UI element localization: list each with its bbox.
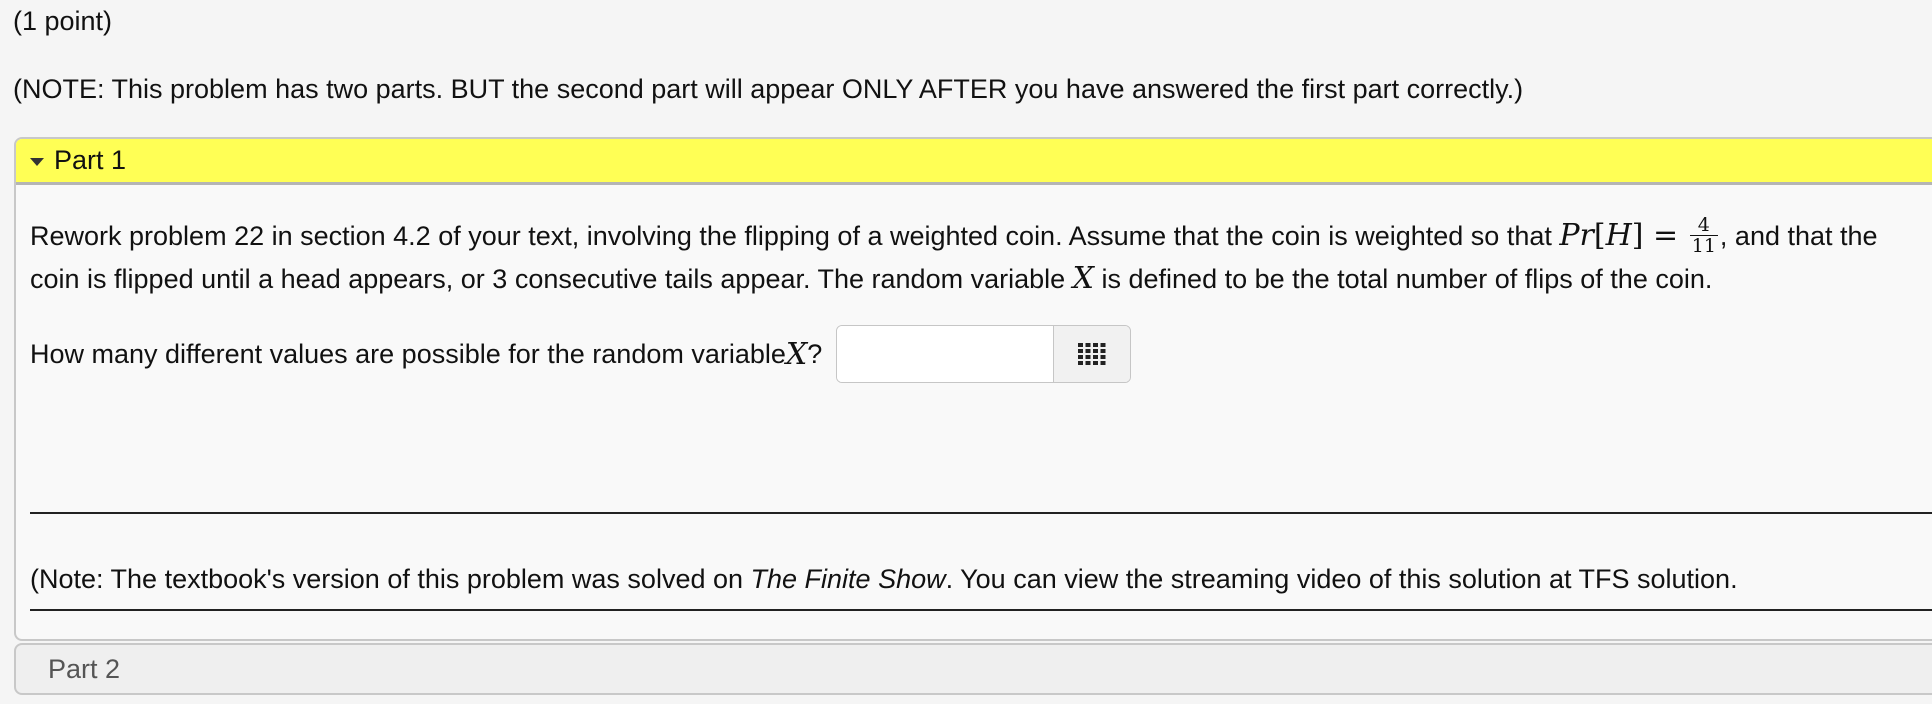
question-row: How many different values are possible f… — [30, 325, 1132, 383]
two-part-note: (NOTE: This problem has two parts. BUT t… — [13, 74, 1524, 104]
problem-statement: Rework problem 22 in section 4.2 of your… — [30, 215, 1930, 300]
math-x: X — [1072, 261, 1094, 297]
fraction-denominator: 11 — [1691, 235, 1716, 258]
keypad-button[interactable] — [1053, 326, 1131, 382]
divider-bottom — [30, 609, 1932, 611]
problem-page: (1 point) (NOTE: This problem has two pa… — [0, 0, 1932, 704]
part1-title: Part 1 — [54, 145, 127, 175]
math-bracket-close: ] — [1631, 218, 1644, 253]
part2-header[interactable]: Part 2 — [14, 643, 1932, 695]
points-label: (1 point) — [13, 6, 113, 36]
finite-show-title: The Finite Show — [750, 564, 946, 594]
math-h: H — [1605, 218, 1632, 253]
answer-box — [836, 325, 1132, 383]
problem-text-3: is defined to be the total number of fli… — [1094, 264, 1713, 295]
solution-note-text-1: (Note: The textbook's version of this pr… — [30, 564, 751, 594]
question-var-x: X — [785, 336, 808, 372]
part2-title: Part 2 — [48, 653, 121, 684]
problem-text-1: Rework problem 22 in section 4.2 of your… — [30, 221, 1560, 251]
probability-fraction: 4 11 — [1689, 215, 1718, 258]
part1-header[interactable]: Part 1 — [16, 139, 1932, 185]
keypad-grid-icon — [1078, 343, 1106, 365]
solution-note-text-3: . — [1730, 564, 1738, 594]
question-suffix: ? — [807, 338, 823, 369]
divider-top — [30, 512, 1932, 514]
part1-panel: Part 1 Rework problem 22 in section 4.2 … — [14, 137, 1932, 641]
question-text: How many different values are possible f… — [30, 338, 786, 369]
triangle-down-icon — [30, 157, 44, 166]
fraction-numerator: 4 — [1689, 215, 1718, 237]
answer-input[interactable] — [837, 326, 1054, 382]
solution-note: (Note: The textbook's version of this pr… — [30, 564, 1738, 595]
math-bracket-open: [ — [1593, 218, 1606, 253]
math-pr: Pr — [1559, 218, 1594, 253]
tfs-solution-link[interactable]: TFS solution — [1579, 564, 1731, 594]
math-equals: = — [1643, 218, 1688, 253]
solution-note-text-2: . You can view the streaming video of th… — [945, 564, 1579, 594]
